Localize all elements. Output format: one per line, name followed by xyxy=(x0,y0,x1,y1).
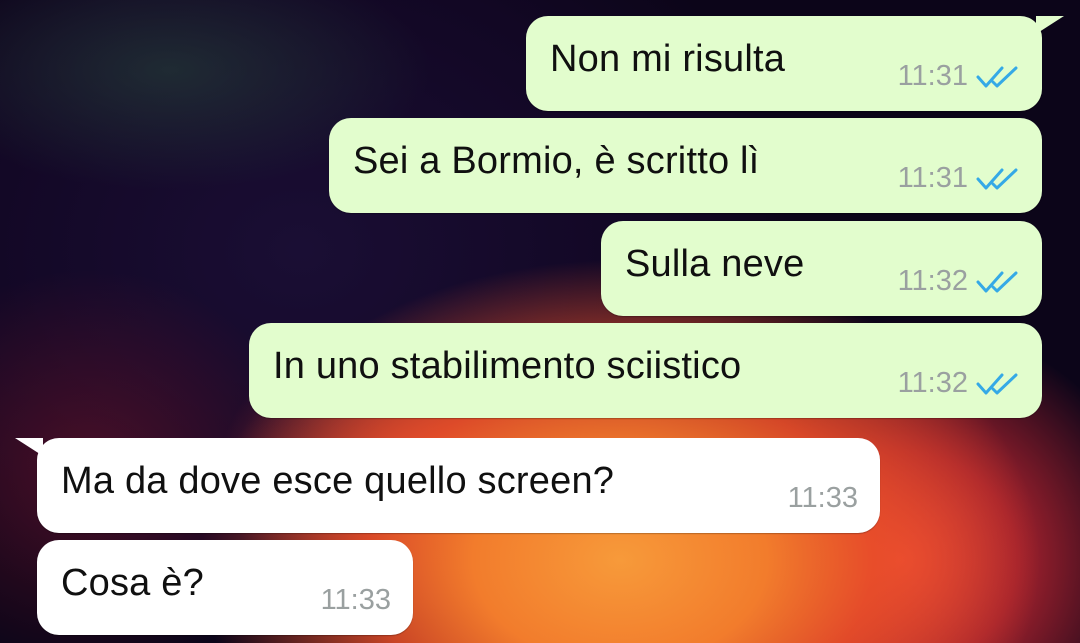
incoming-message-bubble[interactable]: Ma da dove esce quello screen? 11:33 xyxy=(15,438,880,533)
message-meta: 11:31 xyxy=(898,162,1020,195)
message-time: 11:33 xyxy=(787,482,858,514)
incoming-message-bubble[interactable]: Cosa è? 11:33 xyxy=(37,540,413,635)
message-text: Sulla neve xyxy=(625,243,805,285)
message-time: 11:31 xyxy=(897,60,968,92)
outgoing-message-bubble[interactable]: Sei a Bormio, è scritto lì 11:31 xyxy=(329,118,1042,213)
message-text: Ma da dove esce quello screen? xyxy=(61,460,615,502)
message-meta: 11:32 xyxy=(898,265,1020,298)
message-text: Sei a Bormio, è scritto lì xyxy=(353,140,760,182)
message-time: 11:32 xyxy=(897,367,968,399)
double-check-read-icon xyxy=(976,373,1018,394)
outgoing-message-bubble[interactable]: Non mi risulta 11:31 xyxy=(526,16,1064,111)
message-meta: 11:32 xyxy=(898,367,1020,400)
double-check-read-icon xyxy=(976,66,1018,87)
message-time: 11:31 xyxy=(897,162,968,194)
message-text: Non mi risulta xyxy=(550,38,786,80)
message-meta: 11:31 xyxy=(898,60,1020,93)
message-text: Cosa è? xyxy=(61,562,204,604)
message-time: 11:32 xyxy=(897,265,968,297)
message-meta: 11:33 xyxy=(321,584,391,617)
outgoing-message-bubble[interactable]: In uno stabilimento sciistico 11:32 xyxy=(249,323,1042,418)
message-meta: 11:33 xyxy=(788,482,858,515)
double-check-read-icon xyxy=(976,271,1018,292)
message-text: In uno stabilimento sciistico xyxy=(273,345,742,387)
message-time: 11:33 xyxy=(320,584,391,616)
bubble-tail xyxy=(15,438,43,456)
bubble-tail xyxy=(1036,16,1064,34)
outgoing-message-bubble[interactable]: Sulla neve 11:32 xyxy=(601,221,1042,316)
double-check-read-icon xyxy=(976,168,1018,189)
